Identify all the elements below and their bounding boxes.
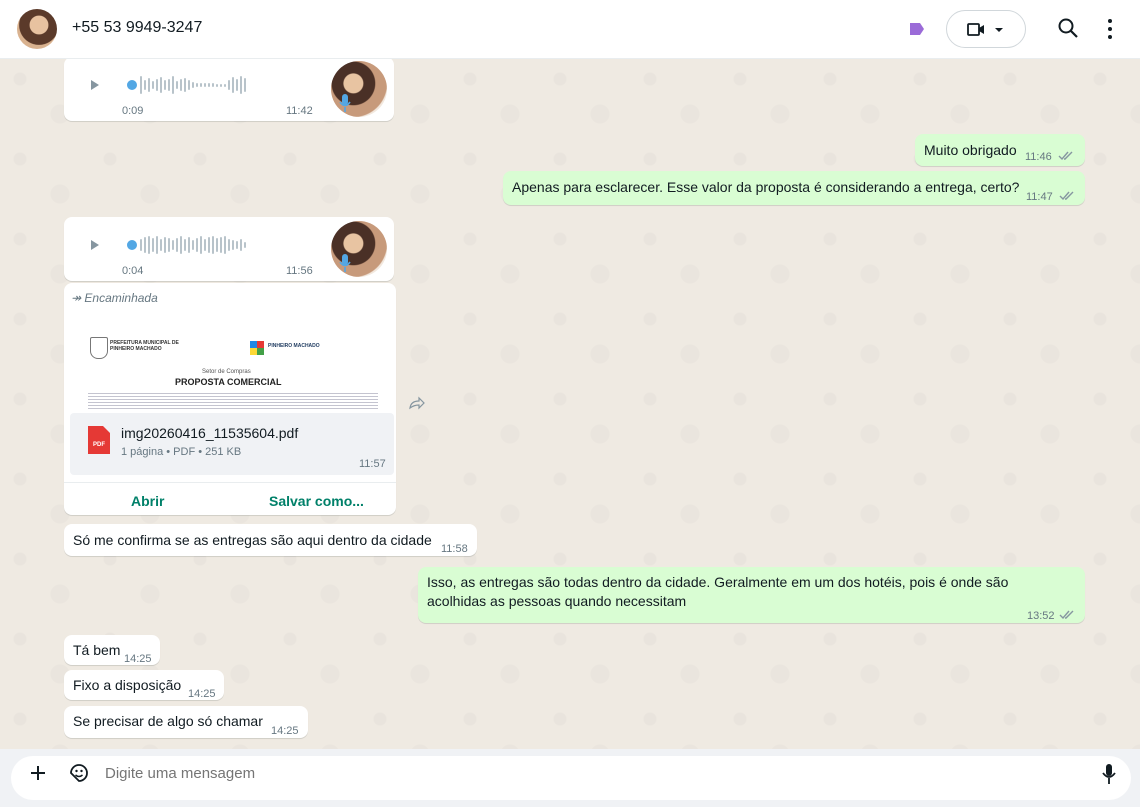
contact-name[interactable]: +55 53 9949-3247 xyxy=(72,19,202,37)
message-text: Tá bem xyxy=(73,642,121,658)
received-message[interactable]: Tá bem 14:25 xyxy=(64,635,160,665)
coat-of-arms-icon xyxy=(90,337,108,359)
message-text: Fixo a disposição xyxy=(73,677,182,693)
received-message[interactable]: Fixo a disposição 14:25 xyxy=(64,670,224,700)
waveform[interactable] xyxy=(140,234,246,256)
composer-bar xyxy=(0,749,1140,807)
pdf-icon-label: PDF xyxy=(93,442,105,448)
menu-icon[interactable] xyxy=(1103,17,1117,41)
preview-logo: PINHEIRO MACHADO xyxy=(250,341,326,355)
pdf-file-icon: PDF xyxy=(88,426,110,454)
chat-header: +55 53 9949-3247 xyxy=(0,0,1140,59)
message-time: 14:25 xyxy=(124,653,152,665)
preview-body-lines xyxy=(88,391,378,411)
forwarded-icon: ↠ xyxy=(71,291,85,305)
search-icon[interactable] xyxy=(1057,17,1079,39)
audio-progress-handle[interactable] xyxy=(127,240,137,250)
open-document-button[interactable]: Abrir xyxy=(131,493,164,509)
message-list: 0:09 11:42 Muito obrigado 11:46 Apenas p… xyxy=(0,59,1140,749)
double-check-icon xyxy=(1059,191,1074,201)
preview-org: PREFEITURA MUNICIPAL DE PINHEIRO MACHADO xyxy=(110,340,179,352)
audio-message[interactable]: 0:04 11:56 xyxy=(64,217,394,281)
divider xyxy=(64,482,396,483)
play-icon[interactable] xyxy=(91,80,99,90)
document-file-name: img20260416_11535604.pdf xyxy=(121,425,299,441)
save-as-button[interactable]: Salvar como... xyxy=(269,493,364,509)
document-card[interactable]: PDF img20260416_11535604.pdf 1 página • … xyxy=(70,413,394,475)
message-time: 11:56 xyxy=(286,265,313,277)
message-text: Isso, as entregas são todas dentro da ci… xyxy=(427,574,1009,609)
video-camera-icon xyxy=(967,23,1003,36)
message-time: 14:25 xyxy=(188,688,216,700)
received-message[interactable]: Se precisar de algo só chamar 14:25 xyxy=(64,706,308,738)
message-text: Apenas para esclarecer. Esse valor da pr… xyxy=(512,179,1020,195)
message-time: 13:52 xyxy=(1027,610,1055,622)
received-message[interactable]: Só me confirma se as entregas são aqui d… xyxy=(64,524,477,556)
forwarded-text: Encaminhada xyxy=(84,291,158,305)
sticker-icon[interactable] xyxy=(68,762,90,784)
document-preview[interactable]: PREFEITURA MUNICIPAL DE PINHEIRO MACHADO… xyxy=(70,309,386,412)
forwarded-label: ↠ Encaminhada xyxy=(71,291,158,305)
preview-sector: Setor de Compras xyxy=(202,369,251,375)
video-call-button[interactable] xyxy=(946,10,1026,48)
message-time: 11:57 xyxy=(359,458,386,470)
forward-icon[interactable] xyxy=(402,390,430,418)
message-time: 11:42 xyxy=(286,105,313,117)
message-input[interactable] xyxy=(105,765,1005,782)
contact-avatar[interactable] xyxy=(17,9,57,49)
waveform[interactable] xyxy=(140,74,246,96)
sent-message[interactable]: Apenas para esclarecer. Esse valor da pr… xyxy=(503,171,1085,205)
double-check-icon xyxy=(1058,151,1073,161)
message-time: 11:47 xyxy=(1026,191,1053,203)
audio-message[interactable]: 0:09 11:42 xyxy=(64,59,394,121)
preview-title: PROPOSTA COMERCIAL xyxy=(175,377,282,387)
sent-message[interactable]: Muito obrigado 11:46 xyxy=(915,134,1085,166)
plus-icon[interactable] xyxy=(29,764,47,782)
message-text: Muito obrigado xyxy=(924,142,1017,158)
microphone-icon xyxy=(339,94,351,112)
microphone-icon xyxy=(339,254,351,272)
label-icon[interactable] xyxy=(909,22,925,36)
message-time: 14:25 xyxy=(271,725,299,737)
message-time: 11:46 xyxy=(1025,151,1052,163)
audio-progress-handle[interactable] xyxy=(127,80,137,90)
preview-logo-text: PINHEIRO MACHADO xyxy=(268,343,320,349)
message-text: Só me confirma se as entregas são aqui d… xyxy=(73,532,432,548)
double-check-icon xyxy=(1059,610,1074,620)
message-time: 11:58 xyxy=(441,543,468,555)
microphone-icon[interactable] xyxy=(1101,763,1117,785)
document-meta: 1 página • PDF • 251 KB xyxy=(121,446,242,458)
audio-duration: 0:09 xyxy=(122,105,144,117)
audio-duration: 0:04 xyxy=(122,265,144,277)
play-icon[interactable] xyxy=(91,240,99,250)
message-text: Se precisar de algo só chamar xyxy=(73,713,263,729)
sent-message[interactable]: Isso, as entregas são todas dentro da ci… xyxy=(418,567,1085,623)
